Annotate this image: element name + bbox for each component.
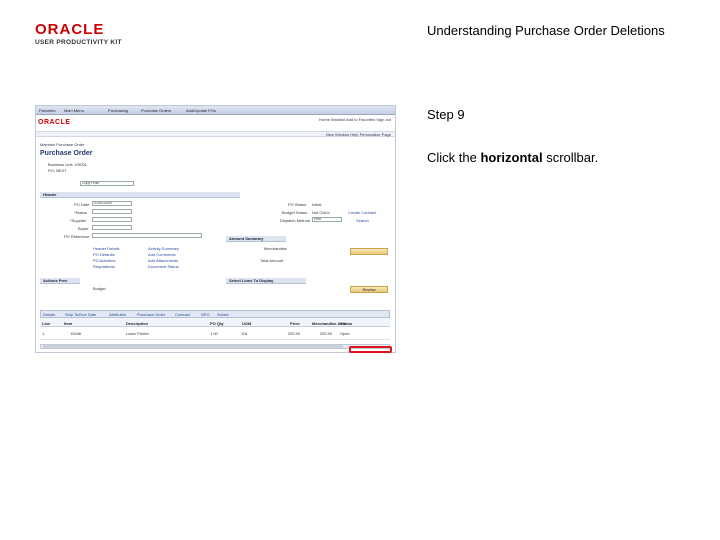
col-description: Description [126, 321, 149, 326]
activity-summary-link[interactable]: Activity Summary [148, 246, 179, 251]
add-attachments-link[interactable]: Add Attachments [148, 258, 178, 263]
step-instruction: Click the horizontal scrollbar. [427, 150, 598, 165]
menu-tab-bar: Favorites Main Menu Purchasing Purchase … [36, 106, 395, 115]
top-nav-links[interactable]: Home Worklist Add to Favorites Sign out [319, 117, 391, 122]
po-defaults-link[interactable]: PO Defaults [93, 252, 115, 257]
dispatch-method-select[interactable]: Print [312, 217, 342, 222]
po-status-value: Initial [312, 202, 322, 207]
app-brand-logo: ORACLE [38, 119, 71, 126]
horizontal-scrollbar[interactable] [40, 344, 390, 349]
instruction-emphasis: horizontal [480, 150, 543, 165]
tab-main-menu[interactable]: Main Menu [64, 108, 84, 113]
buyer-input[interactable] [92, 225, 132, 230]
budget-label: Budget [93, 286, 106, 291]
logo-subtitle: USER PRODUCTIVITY KIT [35, 39, 122, 46]
po-activities-link[interactable]: PO Activities [93, 258, 115, 263]
document-title: Understanding Purchase Order Deletions [427, 23, 665, 38]
breadcrumb: Maintain Purchase Order [40, 142, 85, 147]
instruction-prefix: Click the [427, 150, 481, 165]
cell-qty[interactable]: 1.00 [210, 331, 218, 336]
add-comments-link[interactable]: Add Comments [148, 252, 176, 257]
supplier-label: *Supplier [70, 218, 87, 223]
cell-description[interactable]: Laser Printer [126, 331, 149, 336]
scrollbar-thumb[interactable] [43, 345, 343, 348]
select-lines-header[interactable]: Select Lines To Display [226, 278, 306, 284]
merchandise-label: Merchandise [264, 246, 287, 251]
cell-uom[interactable]: EA [242, 331, 247, 336]
po-number-label: PO: NEXT [48, 168, 67, 173]
actions-header[interactable]: Actions Prev [40, 278, 80, 284]
budget-status-value: Not Chk'd [312, 210, 330, 215]
click-target-highlight [349, 346, 392, 353]
tab-purchase-orders[interactable]: Purchase Orders [141, 108, 171, 113]
page-title: Purchase Order [40, 150, 93, 157]
requisitions-link[interactable]: Requisitions [93, 264, 115, 269]
toolbar-links[interactable]: New Window Help Personalize Page [326, 132, 391, 137]
cell-status: Open [340, 331, 350, 336]
po-reference-label: PO Reference [64, 234, 90, 239]
status-label: *Status [74, 210, 87, 215]
application-screenshot: Favorites Main Menu Purchasing Purchase … [35, 105, 396, 353]
col-status: Status [340, 321, 353, 326]
tab-favorites[interactable]: Favorites [39, 108, 55, 113]
header-details-link[interactable]: Header Details [93, 246, 119, 251]
grid-tab-attributes[interactable]: Attributes [109, 312, 126, 317]
po-date-label: PO Date [74, 202, 90, 207]
grid-tab-sched[interactable]: Sched [217, 312, 228, 317]
lines-grid-tabs: Details Ship To/Due Date Attributes Purc… [40, 310, 390, 318]
cell-price[interactable]: 250.00 [288, 331, 300, 336]
cell-merch-amt: 250.00 [320, 331, 333, 336]
po-status-label: PO Status [288, 202, 307, 207]
logo-text: ORACLE [35, 21, 105, 38]
document-status-link[interactable]: Document Status [148, 264, 179, 269]
tab-add-update-pos[interactable]: Add/Update POs [186, 108, 216, 113]
grid-tab-purchase-order[interactable]: Purchase Order [137, 312, 165, 317]
instruction-suffix: scrollbar. [542, 150, 599, 165]
search-link[interactable]: Search [356, 218, 369, 223]
oracle-upk-logo: ORACLE USER PRODUCTIVITY KIT [35, 22, 145, 46]
po-reference-input[interactable] [92, 233, 202, 238]
lines-grid-header: Line Item Description PO Qty UOM Price M… [40, 318, 390, 327]
cell-item[interactable]: 10046 [70, 331, 81, 336]
col-item: Item [64, 321, 73, 326]
review-button[interactable]: Review [350, 286, 388, 293]
grid-tab-contract[interactable]: Contract [175, 312, 190, 317]
total-amount-label: Total Amount [260, 258, 284, 263]
buyer-label: Buyer [78, 226, 89, 231]
create-contract-link[interactable]: Create Contract [348, 210, 376, 215]
grid-tab-ship-to[interactable]: Ship To/Due Date [65, 312, 96, 317]
amount-summary-header[interactable]: Amount Summary [226, 236, 286, 242]
col-line: Line [42, 321, 51, 326]
grid-tab-spo[interactable]: SPO [201, 312, 209, 317]
col-price: Price [290, 321, 300, 326]
tab-purchasing[interactable]: Purchasing [108, 108, 128, 113]
col-po-qty: PO Qty [210, 321, 224, 326]
calculate-button[interactable] [350, 248, 388, 255]
grid-tab-details[interactable]: Details [43, 312, 55, 317]
dispatch-method-label: Dispatch Method [280, 218, 311, 223]
status-input[interactable] [92, 209, 132, 214]
copy-from-select[interactable]: Copy From [80, 181, 134, 186]
business-unit-label: Business Unit: US001 [48, 162, 87, 167]
header-section-title[interactable]: Header [40, 192, 240, 198]
supplier-input[interactable] [92, 217, 132, 222]
cell-line: 1 [42, 331, 45, 336]
col-uom: UOM [242, 321, 252, 326]
step-label: Step 9 [427, 107, 465, 122]
po-date-input[interactable]: 01/01/2009 [92, 201, 132, 206]
table-row: 1 10046 Laser Printer 1.00 EA 250.00 250… [40, 328, 390, 340]
budget-status-label: Budget Status [282, 210, 308, 215]
